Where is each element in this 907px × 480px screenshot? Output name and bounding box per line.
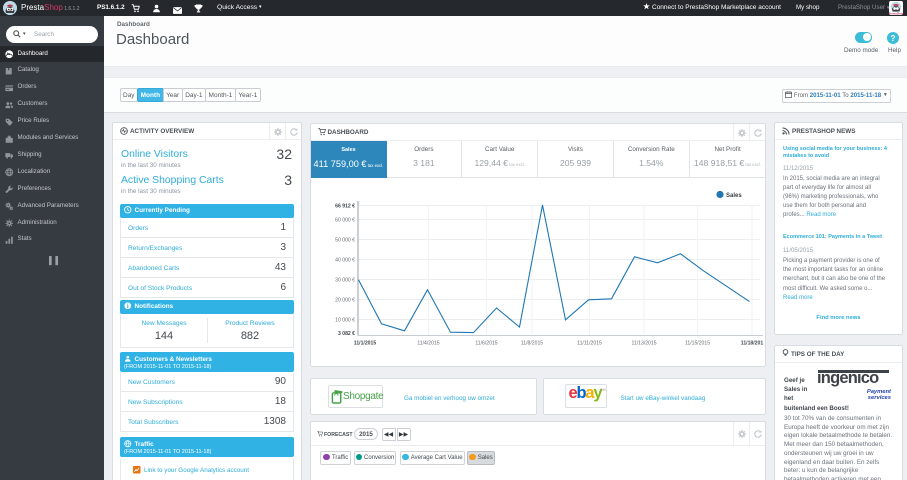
svg-text:11/13/2015: 11/13/2015 xyxy=(631,340,656,346)
svg-text:11/11/2015: 11/11/2015 xyxy=(577,340,602,346)
svg-text:Sales: Sales xyxy=(726,193,742,199)
svg-text:30 000 €: 30 000 € xyxy=(335,277,355,283)
svg-text:66 912 €: 66 912 € xyxy=(335,203,355,209)
svg-text:11/6/2015: 11/6/2015 xyxy=(475,340,497,346)
svg-text:20 000 €: 20 000 € xyxy=(335,297,355,303)
svg-text:11/15/2015: 11/15/2015 xyxy=(684,340,709,346)
svg-text:11/1/2015: 11/1/2015 xyxy=(353,340,376,346)
svg-text:11/18/201: 11/18/201 xyxy=(740,340,763,346)
svg-text:40 000 €: 40 000 € xyxy=(335,257,355,263)
svg-text:11/8/2015: 11/8/2015 xyxy=(520,340,542,346)
svg-text:50 000 €: 50 000 € xyxy=(335,237,355,243)
svg-text:60 000 €: 60 000 € xyxy=(335,217,355,223)
svg-text:11/4/2015: 11/4/2015 xyxy=(417,340,439,346)
svg-text:3 082 €: 3 082 € xyxy=(338,331,355,337)
svg-text:PrestaShop: PrestaShop xyxy=(889,12,903,15)
svg-text:10 000 €: 10 000 € xyxy=(335,317,355,323)
